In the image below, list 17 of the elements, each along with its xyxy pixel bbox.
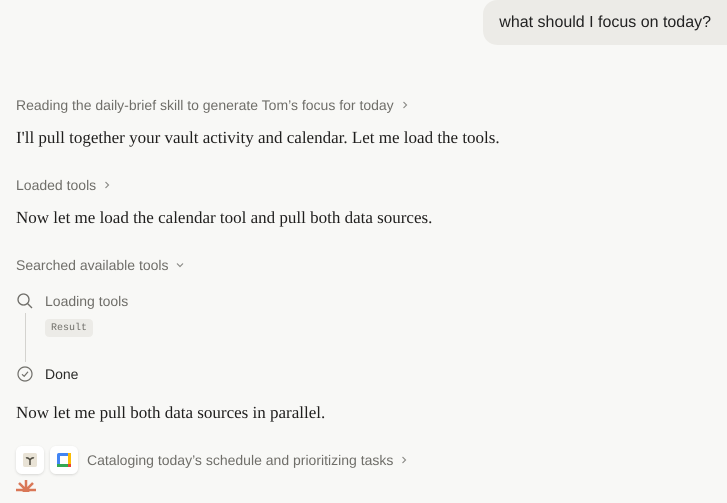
check-circle-icon [16,365,34,383]
spark-logo-icon [16,480,36,492]
assistant-message: Now let me load the calendar tool and pull both data sources. [16,207,434,229]
log-entry-label: Done [45,364,78,384]
calendar-app-icon [50,446,78,474]
user-message-bubble: what should I focus on today? [483,0,727,45]
step-toggle[interactable]: Searched available tools [16,255,185,275]
result-badge[interactable]: Result [45,319,94,337]
assistant-message: Now let me pull both data sources in parallel. [16,402,326,424]
step-toggle[interactable]: Cataloging today’s schedule and prioritizing tasks [87,450,410,470]
search-icon [16,292,34,310]
log-entry-label: Loading tools [45,292,128,311]
plant-app-icon [16,446,44,474]
chevron-icon [174,260,185,270]
assistant-message: I'll pull together your vault activity and calendar. Let me load the tools. [16,127,501,149]
step-toggle[interactable]: Reading the daily-brief skill to generate Tom’s focus for today [16,95,410,115]
step-toggle[interactable]: Loaded tools [16,175,112,195]
